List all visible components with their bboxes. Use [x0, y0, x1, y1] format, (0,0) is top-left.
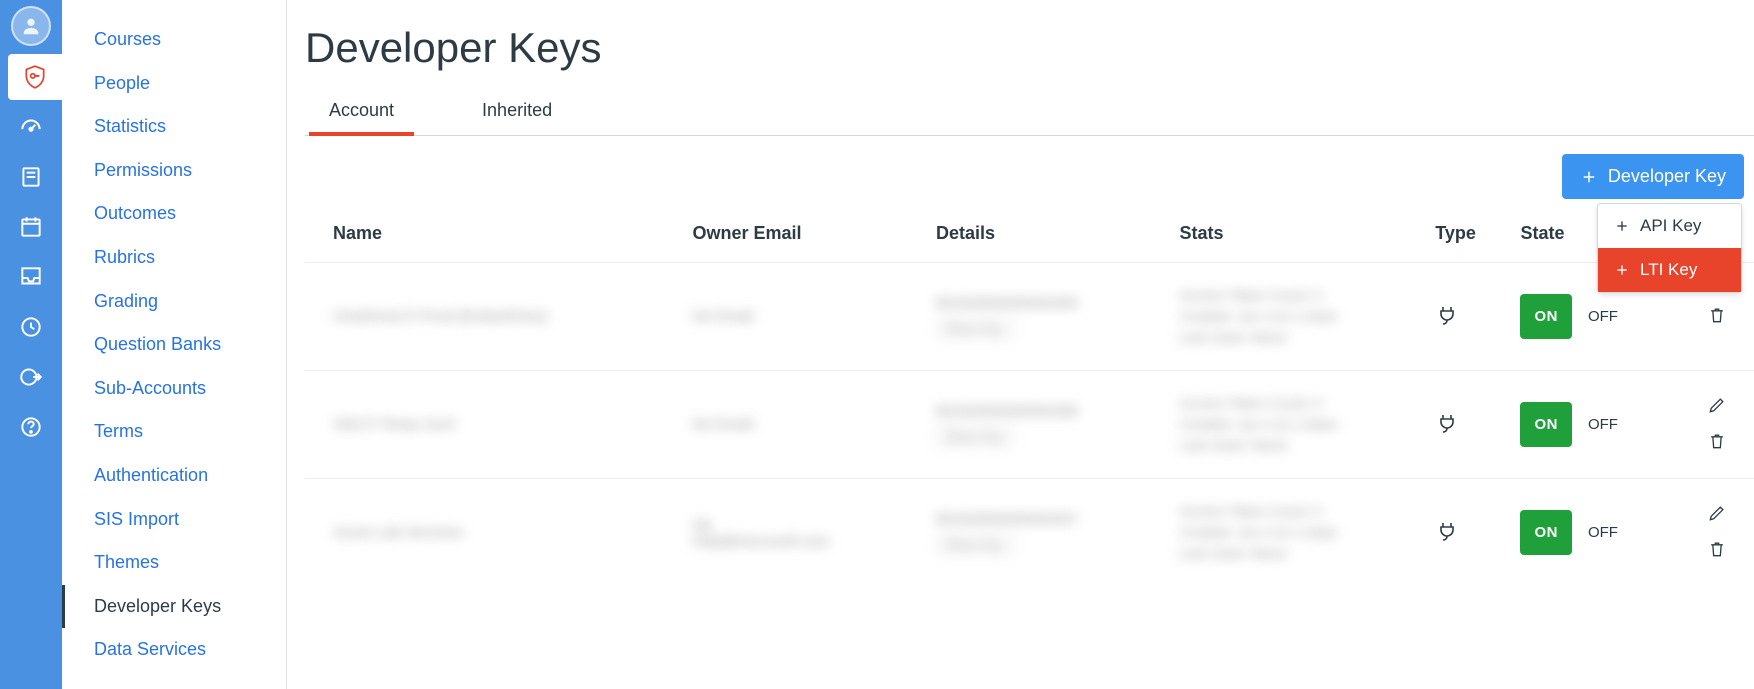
shield-key-icon	[22, 64, 48, 90]
sidenav-developer-keys[interactable]: Developer Keys	[62, 585, 286, 629]
cell-name: OneDriveLTI-Prod (EmbedView)	[305, 263, 682, 371]
trash-icon	[1707, 305, 1727, 325]
developer-keys-table: Name Owner Email Details Stats Type Stat…	[305, 209, 1754, 586]
tab-account[interactable]: Account	[309, 90, 414, 135]
cell-type	[1425, 479, 1510, 587]
cell-state: ONOFF	[1510, 479, 1680, 587]
cell-stats: Access Token Count: 0Created: Jun 4 at 1…	[1170, 371, 1426, 479]
sidenav-data-services[interactable]: Data Services	[62, 628, 286, 672]
sidenav-sub-accounts[interactable]: Sub-Accounts	[62, 367, 286, 411]
state-off-button[interactable]: OFF	[1582, 294, 1624, 339]
cell-email: siphelp@microsoft.com	[682, 479, 926, 587]
cell-details: 85340000000000307Show Key	[926, 479, 1170, 587]
pencil-icon	[1707, 395, 1727, 415]
rail-admin-keys[interactable]	[8, 54, 62, 100]
table-row: Azure Lab Servicessiphelp@microsoft.com8…	[305, 479, 1754, 587]
state-off-button[interactable]: OFF	[1582, 510, 1624, 555]
th-stats: Stats	[1170, 209, 1426, 263]
rail-help[interactable]	[8, 404, 54, 450]
cell-state: ONOFF	[1510, 371, 1680, 479]
delete-button[interactable]	[1707, 305, 1727, 329]
state-on-button[interactable]: ON	[1520, 402, 1572, 447]
rail-history[interactable]	[8, 304, 54, 350]
sidenav-people[interactable]: People	[62, 62, 286, 106]
th-email: Owner Email	[682, 209, 926, 263]
calendar-icon	[18, 214, 44, 240]
rail-inbox[interactable]	[8, 254, 54, 300]
tabs: Account Inherited	[305, 90, 1754, 136]
state-on-button[interactable]: ON	[1520, 510, 1572, 555]
cell-actions	[1681, 371, 1754, 479]
state-off-button[interactable]: OFF	[1582, 402, 1624, 447]
cell-type	[1425, 263, 1510, 371]
book-icon	[18, 164, 44, 190]
speedometer-icon	[18, 114, 44, 140]
cell-details: 85340000000000309Show Key	[926, 263, 1170, 371]
cell-type	[1425, 371, 1510, 479]
cell-stats: Access Token Count: 0Created: Jun 2 at 1…	[1170, 479, 1426, 587]
dropdown-api-key[interactable]: API Key	[1598, 204, 1741, 248]
sidenav-sis-import[interactable]: SIS Import	[62, 498, 286, 542]
add-developer-key-button[interactable]: Developer Key	[1562, 154, 1744, 199]
sidenav-authentication[interactable]: Authentication	[62, 454, 286, 498]
dropdown-api-key-label: API Key	[1640, 216, 1701, 236]
table-row: OneDriveLTI-Prod (EmbedView)No Email8534…	[305, 263, 1754, 371]
sidenav-terms[interactable]: Terms	[62, 410, 286, 454]
sidenav-statistics[interactable]: Statistics	[62, 105, 286, 149]
th-name: Name	[305, 209, 682, 263]
sidenav-courses[interactable]: Courses	[62, 18, 286, 62]
cell-details: 85340000000000308Show Key	[926, 371, 1170, 479]
page-title: Developer Keys	[305, 24, 1754, 72]
developer-key-dropdown: API Key LTI Key	[1597, 203, 1742, 293]
global-rail	[0, 0, 62, 689]
edit-button[interactable]	[1707, 395, 1727, 419]
sidenav-question-banks[interactable]: Question Banks	[62, 323, 286, 367]
sidenav-permissions[interactable]: Permissions	[62, 149, 286, 193]
sidenav: Courses People Statistics Permissions Ou…	[62, 0, 287, 689]
plug-icon	[1435, 519, 1459, 543]
plug-icon	[1435, 411, 1459, 435]
clock-icon	[18, 314, 44, 340]
pencil-icon	[1707, 503, 1727, 523]
cell-email: No Email	[682, 263, 926, 371]
th-details: Details	[926, 209, 1170, 263]
rail-logout[interactable]	[8, 354, 54, 400]
delete-button[interactable]	[1707, 431, 1727, 455]
delete-button[interactable]	[1707, 539, 1727, 563]
avatar[interactable]	[11, 6, 51, 46]
cell-email: No Email	[682, 371, 926, 479]
add-developer-key-label: Developer Key	[1608, 166, 1726, 187]
rail-courses[interactable]	[8, 154, 54, 200]
rail-calendar[interactable]	[8, 204, 54, 250]
plus-icon	[1580, 168, 1598, 186]
state-on-button[interactable]: ON	[1520, 294, 1572, 339]
sidenav-outcomes[interactable]: Outcomes	[62, 192, 286, 236]
table-row: ODLTI-Temp-Jun4No Email85340000000000308…	[305, 371, 1754, 479]
plus-icon	[1614, 218, 1630, 234]
trash-icon	[1707, 539, 1727, 559]
th-type: Type	[1425, 209, 1510, 263]
trash-icon	[1707, 431, 1727, 451]
inbox-icon	[18, 264, 44, 290]
rail-dashboard[interactable]	[8, 104, 54, 150]
cell-name: ODLTI-Temp-Jun4	[305, 371, 682, 479]
plus-icon	[1614, 262, 1630, 278]
help-icon	[18, 414, 44, 440]
sidenav-grading[interactable]: Grading	[62, 280, 286, 324]
logout-icon	[18, 364, 44, 390]
plug-icon	[1435, 303, 1459, 327]
cell-actions	[1681, 479, 1754, 587]
edit-button[interactable]	[1707, 503, 1727, 527]
dropdown-lti-key-label: LTI Key	[1640, 260, 1697, 280]
cell-stats: Access Token Count: 0Created: Jun 4 at 1…	[1170, 263, 1426, 371]
tab-inherited[interactable]: Inherited	[462, 90, 572, 135]
sidenav-themes[interactable]: Themes	[62, 541, 286, 585]
dropdown-lti-key[interactable]: LTI Key	[1598, 248, 1741, 292]
sidenav-rubrics[interactable]: Rubrics	[62, 236, 286, 280]
toolbar: Developer Key	[305, 136, 1754, 209]
cell-name: Azure Lab Services	[305, 479, 682, 587]
main-content: Developer Keys Account Inherited Develop…	[287, 0, 1754, 689]
